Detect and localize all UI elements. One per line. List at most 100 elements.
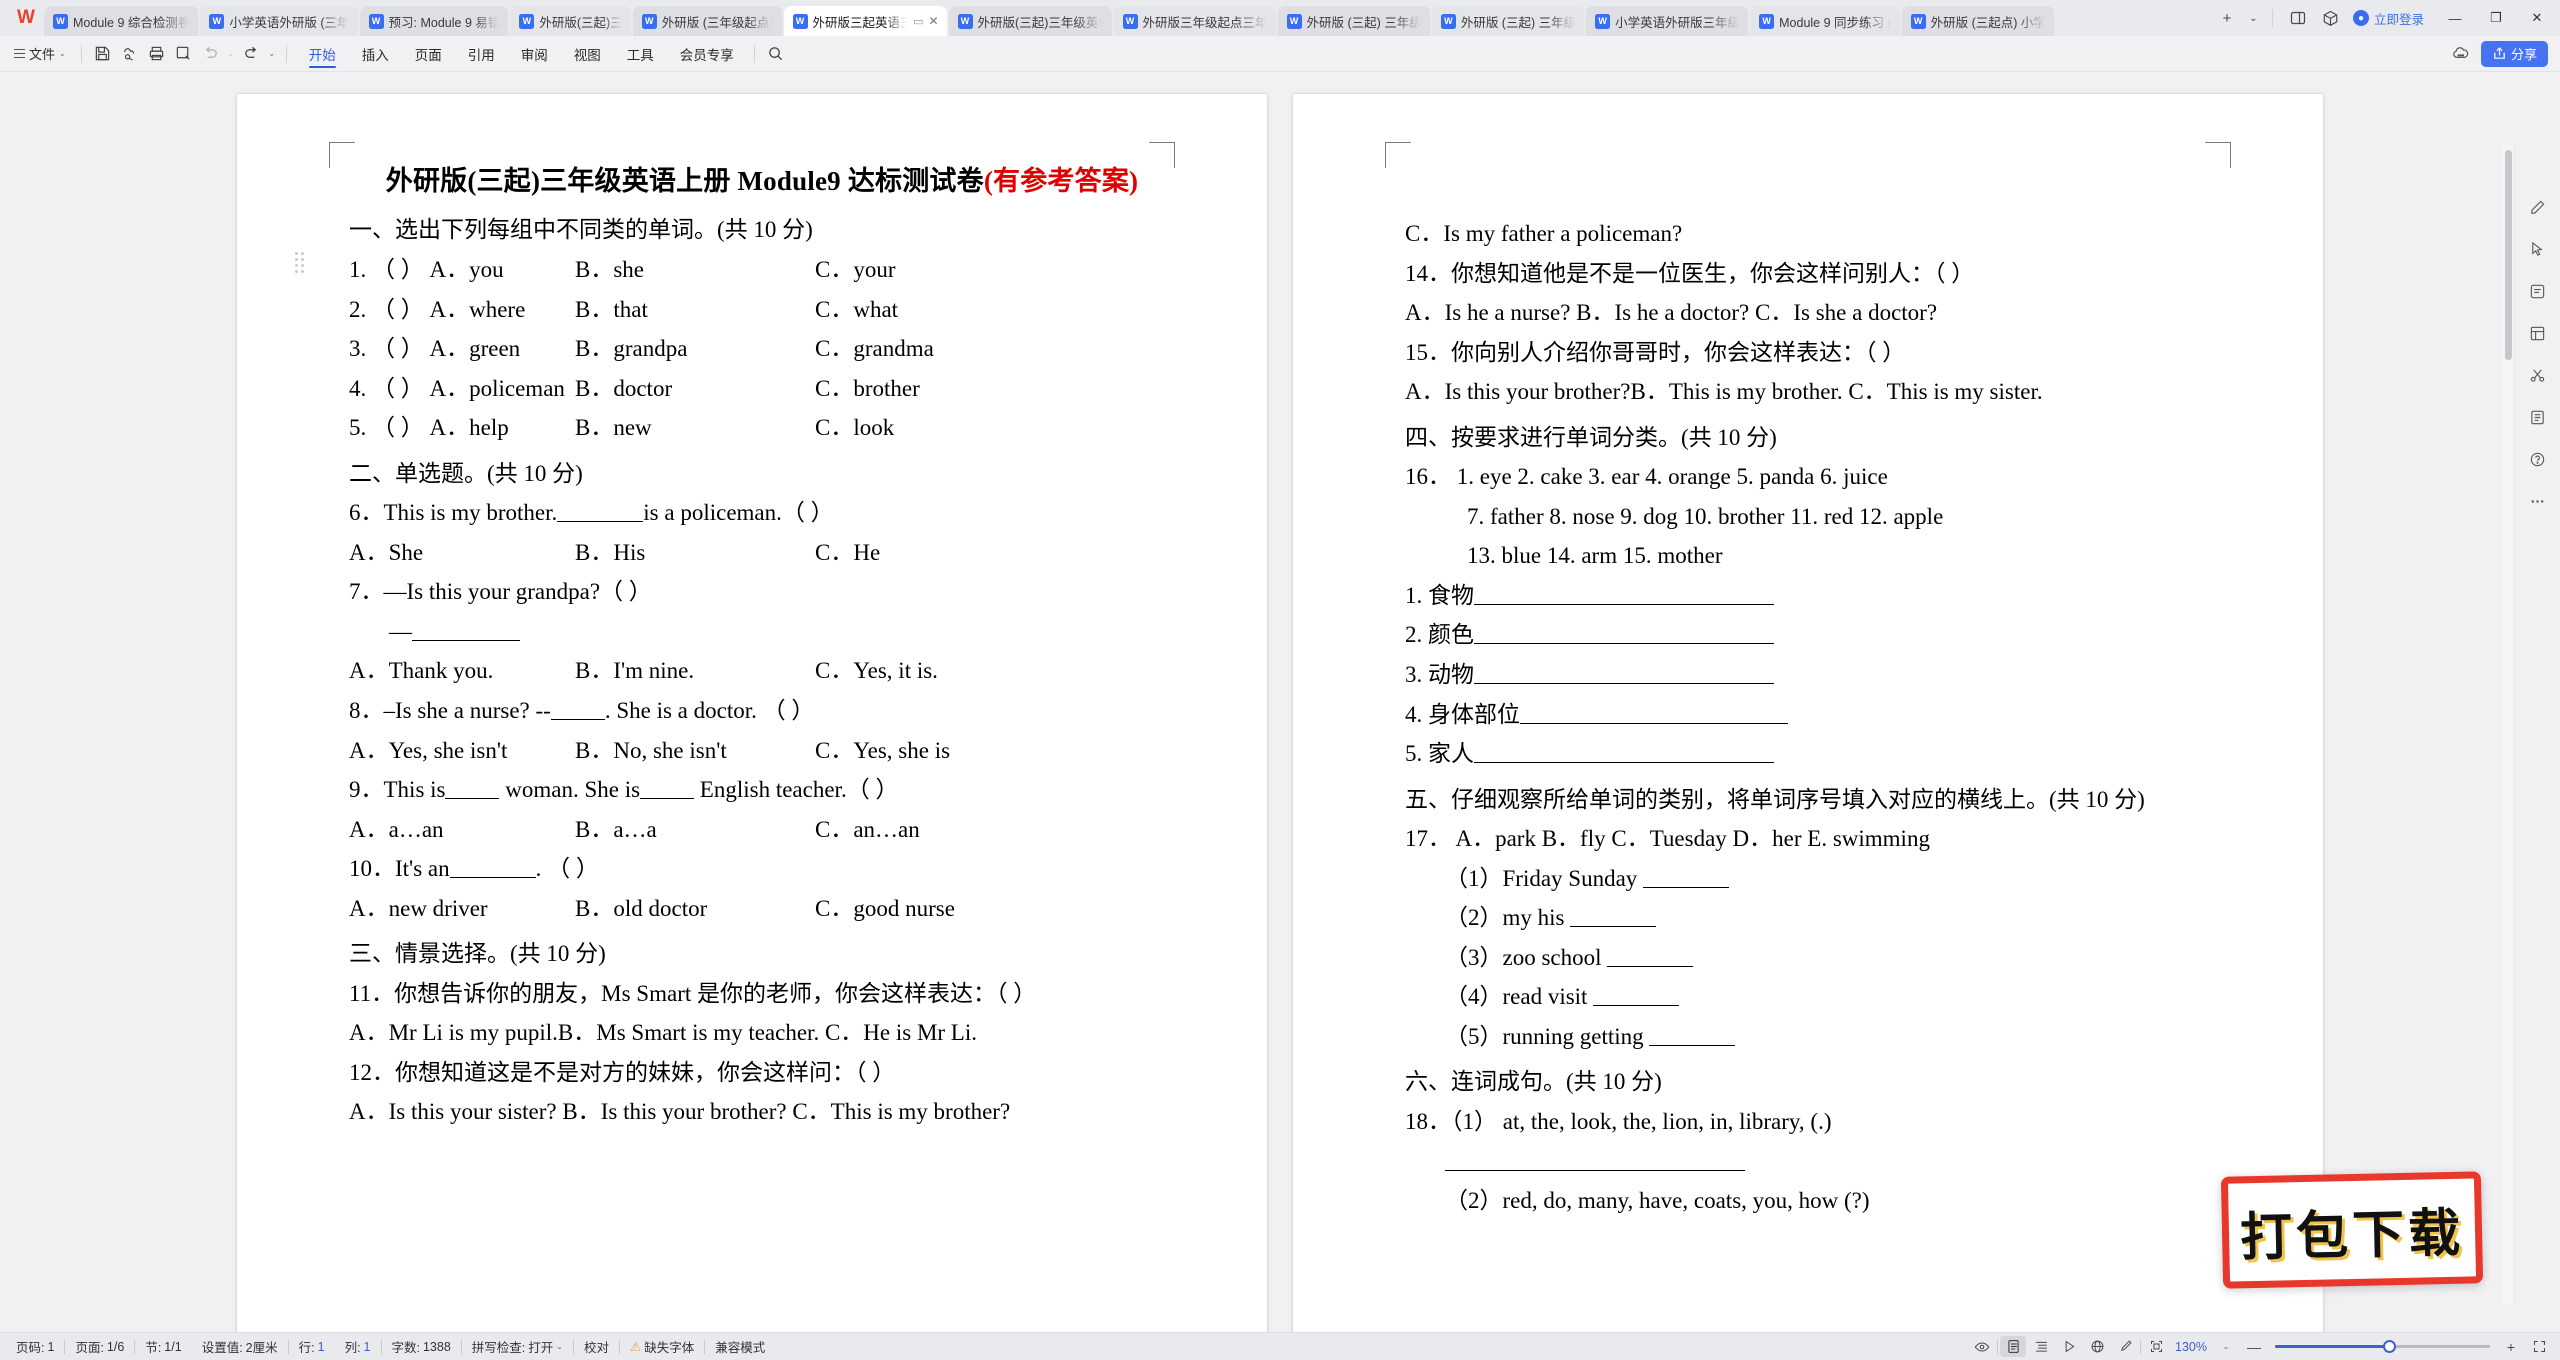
status-page-number[interactable]: 页码: 1 [6,1337,64,1357]
q9-stem-b: woman. She is [505,777,641,803]
document-tab[interactable]: W 外研版(三起)三年级英语 [948,6,1112,36]
ribbon-tab-审阅[interactable]: 审阅 [508,36,561,72]
document-tab[interactable]: W 小学英语外研版 (三年 [200,6,358,36]
zoom-level-value[interactable]: 130% [2171,1340,2211,1354]
undo-caret-icon[interactable]: ⌄ [224,41,238,67]
ribbon-tab-引用[interactable]: 引用 [455,36,508,72]
outline-view-icon[interactable] [2028,1336,2054,1357]
presentation-view-icon[interactable] [2056,1336,2082,1357]
ribbon-tab-label: 引用 [467,47,495,63]
question-8-stem: 8．–Is she a nurse? -- . She is a doctor. … [349,691,1175,731]
fullscreen-icon[interactable] [2526,1336,2552,1357]
share-button[interactable]: 分享 [2480,40,2548,67]
login-button[interactable]: ● 立即登录 [2349,4,2433,32]
zoom-out-button[interactable]: — [2241,1336,2267,1357]
new-tab-caret-icon[interactable]: ⌄ [2245,4,2262,32]
status-row[interactable]: 行: 1 [289,1337,335,1357]
q-option-a: A．you [429,256,504,282]
document-tab[interactable]: W Module 9 综合检测卷 [44,6,199,36]
page-left-content: 外研版(三起)三年级英语上册 Module9 达标测试卷(有参考答案) 一、选出… [237,94,1267,1332]
brush-theme-icon[interactable] [2112,1336,2138,1357]
document-page-left[interactable]: 外研版(三起)三年级英语上册 Module9 达标测试卷(有参考答案) 一、选出… [237,94,1267,1332]
file-menu-button[interactable]: 文件 ⌄ [8,41,74,67]
q17-item-label: （1）Friday Sunday [1445,865,1638,891]
ribbon-tab-页面[interactable]: 页面 [402,36,455,72]
search-icon[interactable] [762,41,789,67]
pdf-export-icon[interactable] [2525,404,2551,430]
save-button[interactable] [89,41,116,67]
document-tab[interactable]: W Module 9 同步练习 ( [1750,6,1900,36]
status-compat-mode[interactable]: 兼容模式 [705,1337,775,1357]
document-tab[interactable]: W 外研版三年级起点三年 [1113,6,1276,36]
document-tab[interactable]: W 外研版 (三起) 三年级 [1431,6,1585,36]
more-options-icon[interactable] [2525,488,2551,514]
question-9-stem: 9．This is woman. She is English teacher.… [349,770,1175,810]
document-tab[interactable]: W 小学英语外研版三年级 [1586,6,1749,36]
cloud-sync-button[interactable] [116,41,143,67]
zoom-dropdown-icon[interactable]: ⌄ [2213,1336,2239,1357]
ribbon-tab-开始[interactable]: 开始 [296,36,349,72]
split-view-icon[interactable] [2283,4,2313,32]
window-minimize-button[interactable]: — [2436,1,2474,35]
status-word-count[interactable]: 字数: 1388 [382,1337,461,1357]
fit-page-icon[interactable] [2143,1336,2169,1357]
layout-grid-icon[interactable] [2525,320,2551,346]
scrollbar-thumb[interactable] [2505,150,2512,360]
status-col[interactable]: 列: 1 [335,1337,381,1357]
web-view-icon[interactable] [2084,1336,2110,1357]
undo-button[interactable] [197,41,224,67]
zoom-slider[interactable] [2275,1340,2490,1353]
ribbon-tab-插入[interactable]: 插入 [349,36,402,72]
question-15-options: A．Is this your brother?B．This is my brot… [1405,379,2043,405]
help-icon[interactable] [2525,446,2551,472]
new-tab-button[interactable]: + [2212,4,2242,32]
word-doc-icon: W [1595,13,1611,29]
print-button[interactable] [143,41,170,67]
q-option-c: C．good nurse [815,895,955,921]
ocr-scan-icon[interactable] [2525,278,2551,304]
zoom-in-button[interactable]: + [2498,1336,2524,1357]
status-pages-value: 1/6 [106,1339,125,1354]
page-layout-view-icon[interactable] [2000,1336,2027,1357]
status-pages[interactable]: 页面: 1/6 [65,1337,134,1357]
document-tab[interactable]: W 外研版 (三年级起点) [632,6,782,36]
download-watermark-button[interactable]: 打包下载 [2220,1171,2484,1289]
ribbon-tab-工具[interactable]: 工具 [614,36,667,72]
document-tab[interactable]: W 预习: Module 9 易错 [359,6,509,36]
app-cube-icon[interactable] [2316,4,2346,32]
status-spellcheck[interactable]: 拼写检查: 打开 ⌄ [462,1337,573,1357]
document-page-right[interactable]: C．Is my father a policeman? 14．你想知道他是不是一… [1293,94,2323,1332]
tab-close-icon[interactable]: ✕ [928,14,938,28]
eye-preview-icon[interactable] [1969,1336,1995,1357]
zoom-slider-knob[interactable] [2383,1340,2396,1353]
ribbon-tab-会员专享[interactable]: 会员专享 [667,36,747,72]
document-tab[interactable]: W 外研版(三起)三 [510,6,631,36]
redo-caret-icon[interactable]: ⌄ [265,41,279,67]
blank-line [557,521,644,523]
cursor-select-icon[interactable] [2525,236,2551,262]
blank-line [1570,926,1657,928]
pen-edit-icon[interactable] [2525,194,2551,220]
word-doc-icon: W [1759,13,1775,29]
document-tab[interactable]: W 外研版 (三起点) 小学 [1901,6,2054,36]
comment-cloud-icon[interactable] [2448,41,2475,67]
document-tab[interactable]: W 外研版三起英语三年 ▭ ✕ [783,6,947,36]
window-restore-button[interactable]: ❐ [2477,1,2515,35]
ribbon-right-controls: 分享 [2448,40,2552,67]
print-preview-button[interactable] [170,41,197,67]
status-missing-font[interactable]: ⚠ 缺失字体 [620,1337,704,1357]
scissors-icon[interactable] [2525,362,2551,388]
q-option-a: A．Thank you. [349,658,494,684]
tab-restore-icon[interactable]: ▭ [913,15,923,28]
ribbon-tab-视图[interactable]: 视图 [561,36,614,72]
vertical-scrollbar[interactable] [2503,144,2514,1304]
status-setting[interactable]: 设置值: 2厘米 [192,1337,288,1357]
document-title-main: 外研版(三起)三年级英语上册 Module9 达标测试卷 [385,166,984,196]
window-close-button[interactable]: ✕ [2518,1,2556,35]
section-5-heading: 五、仔细观察所给单词的类别，将单词序号填入对应的横线上。(共 10 分) [1405,786,2145,812]
document-tab[interactable]: W 外研版 (三起) 三年级 [1277,6,1430,36]
redo-button[interactable] [238,41,265,67]
status-section[interactable]: 节: 1/1 [135,1337,191,1357]
blank-line [1445,1169,1745,1171]
status-proofread[interactable]: 校对 [574,1337,619,1357]
